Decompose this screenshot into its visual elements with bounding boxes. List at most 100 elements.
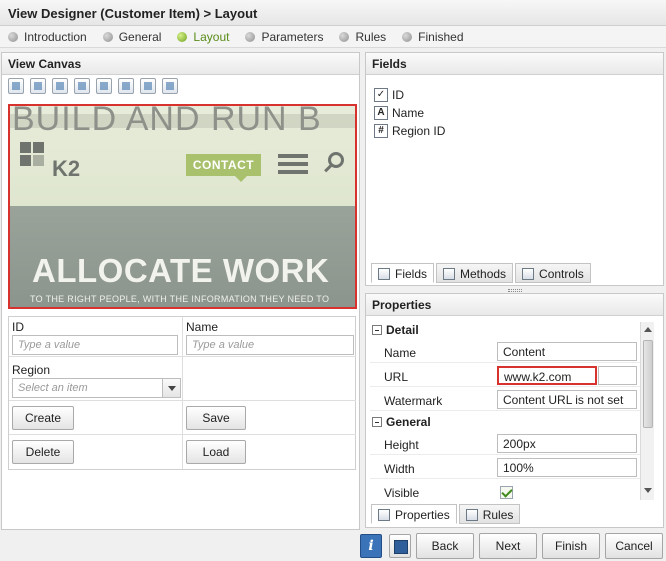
finish-button[interactable]: Finish <box>542 533 600 559</box>
properties-scrollbar[interactable] <box>640 322 654 500</box>
properties-tabbar: Properties Rules <box>371 504 521 524</box>
step-dot-icon <box>102 31 113 42</box>
row-divider <box>370 386 654 387</box>
search-icon <box>328 152 344 168</box>
properties-title: Properties <box>366 294 663 316</box>
id-input[interactable]: Type a value <box>12 335 178 355</box>
prop-visible-label: Visible <box>384 486 420 500</box>
scroll-thumb[interactable] <box>643 340 653 428</box>
tab-fields[interactable]: Fields <box>371 263 435 283</box>
prop-width-input[interactable]: 100% <box>497 458 637 477</box>
step-dot-icon <box>245 31 256 42</box>
add-table-icon[interactable] <box>30 78 46 94</box>
tab-rules[interactable]: Rules <box>458 504 521 524</box>
text-field-icon: A <box>374 106 388 120</box>
step-finished[interactable]: Finished <box>402 30 464 44</box>
step-dot-icon <box>402 31 413 42</box>
prop-url-label: URL <box>384 370 409 384</box>
step-rules[interactable]: Rules <box>339 30 386 44</box>
row-divider <box>370 478 654 479</box>
properties-icon[interactable] <box>162 78 178 94</box>
split-columns-icon[interactable] <box>74 78 90 94</box>
panel-splitter[interactable] <box>508 289 522 292</box>
preview-logo-text: K2 <box>52 156 81 181</box>
name-label: Name <box>186 320 219 334</box>
group-detail[interactable]: Detail <box>372 323 419 337</box>
step-dot-icon <box>177 31 188 42</box>
insert-row-icon[interactable] <box>96 78 112 94</box>
form-cell <box>183 357 356 401</box>
prop-height-input[interactable]: 200px <box>497 434 637 453</box>
preview-hero-subtitle: TO THE RIGHT PEOPLE, WITH THE INFORMATIO… <box>30 294 330 304</box>
window-title: View Designer (Customer Item) > Layout <box>0 0 666 26</box>
properties-grid: Detail Name Content URL www.k2.com Water… <box>370 322 654 502</box>
delete-button[interactable]: Delete <box>12 440 74 464</box>
prop-height-label: Height <box>384 438 419 452</box>
save-button[interactable]: Save <box>186 406 246 430</box>
scroll-down-icon[interactable] <box>644 488 652 493</box>
save-icon[interactable] <box>389 534 411 558</box>
add-control-icon[interactable] <box>118 78 134 94</box>
scroll-up-icon[interactable] <box>644 327 652 332</box>
wizard-steps: Introduction General Layout Parameters R… <box>0 26 666 48</box>
number-field-icon: # <box>374 124 388 138</box>
content-control-preview[interactable]: BUILD AND RUN B K2 CONTACT ALLOCATE WORK… <box>8 104 357 309</box>
view-canvas-title: View Canvas <box>2 53 359 75</box>
prop-watermark-input[interactable]: Content URL is not set <box>497 390 637 409</box>
step-general[interactable]: General <box>102 30 161 44</box>
name-input[interactable]: Type a value <box>186 335 354 355</box>
tab-controls[interactable]: Controls <box>515 263 591 283</box>
row-divider <box>370 362 654 363</box>
sum-icon[interactable] <box>140 78 156 94</box>
menu-icon <box>278 154 308 174</box>
methods-tab-icon <box>443 268 456 280</box>
preview-hero-title: ALLOCATE WORK <box>32 252 330 289</box>
fields-tabbar: Fields Methods Controls <box>371 263 591 283</box>
field-item-region-id[interactable]: # Region ID <box>374 122 445 140</box>
create-button[interactable]: Create <box>12 406 74 430</box>
tab-properties[interactable]: Properties <box>371 504 457 524</box>
prop-url-input-extension[interactable] <box>598 366 637 385</box>
region-dropdown[interactable]: Select an item <box>12 378 181 398</box>
fields-list: ✓ ID A Name # Region ID <box>374 86 445 140</box>
preview-contact-button: CONTACT <box>186 154 261 182</box>
row-divider <box>370 410 654 411</box>
fields-title: Fields <box>366 53 663 75</box>
rules-tab-icon <box>465 509 478 521</box>
collapse-icon[interactable] <box>372 417 382 427</box>
info-button[interactable]: i <box>360 534 382 558</box>
k2-logo-icon <box>20 142 46 168</box>
step-parameters[interactable]: Parameters <box>245 30 323 44</box>
wand-icon[interactable] <box>8 78 24 94</box>
id-label: ID <box>12 320 24 334</box>
step-dot-icon <box>8 31 18 42</box>
view-form-table: ID Type a value Name Type a value Region… <box>8 316 356 470</box>
edit-table-icon[interactable] <box>52 78 68 94</box>
canvas-toolbar <box>8 78 178 96</box>
step-introduction[interactable]: Introduction <box>8 30 87 44</box>
chevron-down-icon[interactable] <box>162 379 180 397</box>
properties-tab-icon <box>378 509 390 521</box>
prop-url-input[interactable]: www.k2.com <box>497 366 597 385</box>
group-general[interactable]: General <box>372 415 431 429</box>
fields-tab-icon <box>378 268 390 280</box>
field-item-id[interactable]: ✓ ID <box>374 86 445 104</box>
step-layout[interactable]: Layout <box>177 30 229 44</box>
step-dot-icon <box>339 31 350 42</box>
region-placeholder: Select an item <box>18 382 88 394</box>
row-divider <box>370 454 654 455</box>
tab-methods[interactable]: Methods <box>436 263 514 283</box>
back-button[interactable]: Back <box>416 533 474 559</box>
field-item-name[interactable]: A Name <box>374 104 445 122</box>
controls-tab-icon <box>522 268 535 280</box>
cancel-button[interactable]: Cancel <box>605 533 663 559</box>
prop-watermark-label: Watermark <box>384 394 443 408</box>
prop-name-label: Name <box>384 346 417 360</box>
prop-name-input[interactable]: Content <box>497 342 637 361</box>
next-button[interactable]: Next <box>479 533 537 559</box>
prop-visible-checkbox[interactable] <box>500 486 513 499</box>
region-label: Region <box>12 363 51 377</box>
collapse-icon[interactable] <box>372 325 382 335</box>
preview-banner-text: BUILD AND RUN B <box>12 104 322 138</box>
load-button[interactable]: Load <box>186 440 246 464</box>
